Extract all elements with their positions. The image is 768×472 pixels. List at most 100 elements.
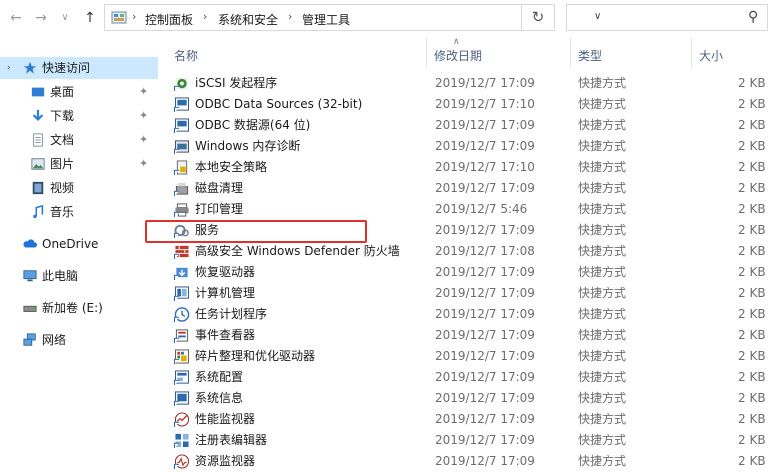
file-row[interactable]: 注册表编辑器 2019/12/7 17:09 快捷方式 2 KB (160, 430, 768, 451)
file-row[interactable]: 系统配置 2019/12/7 17:09 快捷方式 2 KB (160, 367, 768, 388)
file-size: 2 KB (738, 307, 766, 321)
firewall-icon (174, 245, 189, 259)
file-row[interactable]: ODBC Data Sources (32-bit) 2019/12/7 17:1… (160, 94, 768, 115)
sidebar-item-label: OneDrive (42, 237, 99, 251)
odbc-icon (174, 97, 190, 112)
column-divider[interactable] (570, 38, 571, 68)
column-header: ∧ 名称 修改日期 类型 大小 (160, 37, 768, 70)
file-row[interactable]: ODBC 数据源(64 位) 2019/12/7 17:09 快捷方式 2 KB (160, 115, 768, 136)
sidebar-item-downloads[interactable]: 下载 ✦ (0, 105, 158, 127)
sidebar-item-desktop[interactable]: 桌面 ✦ (0, 81, 158, 103)
file-name: 本地安全策略 (195, 160, 268, 174)
sidebar-item-pictures[interactable]: 图片 ✦ (0, 153, 158, 175)
up-arrow-icon[interactable]: ↑ (82, 10, 98, 26)
file-name: 性能监视器 (195, 412, 256, 426)
file-row[interactable]: 任务计划程序 2019/12/7 17:09 快捷方式 2 KB (160, 304, 768, 325)
column-name[interactable]: 名称 (174, 47, 198, 64)
registry-editor-icon (174, 433, 189, 448)
video-icon (32, 181, 44, 195)
column-type[interactable]: 类型 (578, 47, 602, 64)
pin-icon[interactable]: ✦ (139, 81, 148, 103)
document-icon (33, 133, 43, 147)
sidebar-item-drive-e[interactable]: 新加卷 (E:) (0, 297, 158, 319)
file-type: 快捷方式 (578, 391, 627, 405)
sidebar-item-documents[interactable]: 文档 ✦ (0, 129, 158, 151)
sidebar-item-videos[interactable]: 视频 (0, 177, 158, 199)
forward-arrow-icon[interactable]: → (33, 10, 49, 26)
sidebar-item-label: 快速访问 (42, 61, 91, 75)
file-row[interactable]: 系统信息 2019/12/7 17:09 快捷方式 2 KB (160, 388, 768, 409)
recent-locations-chevron-icon[interactable]: ∨ (57, 10, 73, 26)
pin-icon[interactable]: ✦ (139, 153, 148, 175)
desktop-icon (31, 87, 45, 97)
file-type: 快捷方式 (578, 370, 627, 384)
file-row[interactable]: 性能监视器 2019/12/7 17:09 快捷方式 2 KB (160, 409, 768, 430)
file-type: 快捷方式 (578, 307, 627, 321)
column-size[interactable]: 大小 (699, 47, 723, 64)
navigation-pane: › 快速访问 桌面 ✦ 下载 ✦ 文档 ✦ 图片 ✦ 视频 音乐 OneDriv… (0, 37, 160, 470)
file-row[interactable]: 资源监视器 2019/12/7 17:09 快捷方式 2 KB (160, 451, 768, 472)
file-row[interactable]: Windows 内存诊断 2019/12/7 17:09 快捷方式 2 KB (160, 136, 768, 157)
download-icon (32, 109, 44, 122)
refresh-button[interactable]: ↻ (521, 4, 555, 31)
file-row[interactable]: 高级安全 Windows Defender 防火墙 2019/12/7 17:08… (160, 241, 768, 262)
file-type: 快捷方式 (578, 328, 627, 342)
file-row[interactable]: 事件查看器 2019/12/7 17:09 快捷方式 2 KB (160, 325, 768, 346)
breadcrumb-control-panel[interactable]: 控制面板 (145, 11, 193, 28)
sidebar-item-onedrive[interactable]: OneDrive (0, 233, 158, 255)
file-size: 2 KB (738, 139, 766, 153)
file-type: 快捷方式 (578, 454, 627, 468)
sidebar-item-music[interactable]: 音乐 (0, 201, 158, 223)
security-policy-icon (174, 160, 188, 175)
sidebar-item-this-pc[interactable]: 此电脑 (0, 265, 158, 287)
defrag-icon (174, 349, 190, 364)
file-name: Windows 内存诊断 (195, 139, 301, 153)
column-divider[interactable] (426, 38, 427, 68)
chevron-down-icon[interactable]: › (7, 57, 11, 79)
back-arrow-icon[interactable]: ← (8, 10, 24, 26)
sidebar-item-label: 音乐 (50, 205, 75, 219)
file-name: 系统信息 (195, 391, 244, 405)
resource-monitor-icon (174, 454, 190, 469)
file-date: 2019/12/7 17:09 (435, 454, 535, 468)
computer-icon (23, 270, 37, 282)
column-date[interactable]: 修改日期 (434, 47, 482, 64)
file-row[interactable]: iSCSI 发起程序 2019/12/7 17:09 快捷方式 2 KB (160, 73, 768, 94)
sidebar-item-label: 此电脑 (42, 269, 79, 283)
odbc-icon (174, 118, 190, 133)
event-viewer-icon (174, 329, 189, 343)
file-date: 2019/12/7 17:09 (435, 223, 535, 237)
file-size: 2 KB (738, 223, 766, 237)
breadcrumb-system-security[interactable]: 系统和安全 (218, 11, 278, 28)
file-size: 2 KB (738, 328, 766, 342)
file-row[interactable]: 碎片整理和优化驱动器 2019/12/7 17:09 快捷方式 2 KB (160, 346, 768, 367)
file-name: 恢复驱动器 (195, 265, 256, 279)
file-size: 2 KB (738, 265, 766, 279)
file-type: 快捷方式 (578, 223, 627, 237)
column-divider[interactable] (691, 38, 692, 68)
file-name: 资源监视器 (195, 454, 256, 468)
sidebar-item-quick-access[interactable]: › 快速访问 (0, 57, 158, 79)
file-row[interactable]: 本地安全策略 2019/12/7 17:10 快捷方式 2 KB (160, 157, 768, 178)
picture-icon (31, 158, 45, 170)
file-date: 2019/12/7 17:09 (435, 286, 535, 300)
file-row[interactable]: 恢复驱动器 2019/12/7 17:09 快捷方式 2 KB (160, 262, 768, 283)
file-size: 2 KB (738, 433, 766, 447)
sidebar-item-network[interactable]: 网络 (0, 329, 158, 351)
search-input[interactable]: ⚲ (566, 4, 768, 31)
address-bar[interactable]: › 控制面板 › 系统和安全 › 管理工具 ∨ (104, 4, 601, 31)
breadcrumb-admin-tools[interactable]: 管理工具 (302, 11, 350, 28)
file-name: 打印管理 (195, 202, 244, 216)
file-date: 2019/12/7 17:09 (435, 181, 535, 195)
system-config-icon (174, 370, 190, 385)
system-info-icon (174, 391, 190, 406)
file-type: 快捷方式 (578, 349, 627, 363)
file-type: 快捷方式 (578, 160, 627, 174)
pin-icon[interactable]: ✦ (139, 129, 148, 151)
file-row[interactable]: 磁盘清理 2019/12/7 17:09 快捷方式 2 KB (160, 178, 768, 199)
file-date: 2019/12/7 17:09 (435, 412, 535, 426)
file-row[interactable]: 打印管理 2019/12/7 5:46 快捷方式 2 KB (160, 199, 768, 220)
file-size: 2 KB (738, 160, 766, 174)
pin-icon[interactable]: ✦ (139, 105, 148, 127)
file-row[interactable]: 计算机管理 2019/12/7 17:09 快捷方式 2 KB (160, 283, 768, 304)
